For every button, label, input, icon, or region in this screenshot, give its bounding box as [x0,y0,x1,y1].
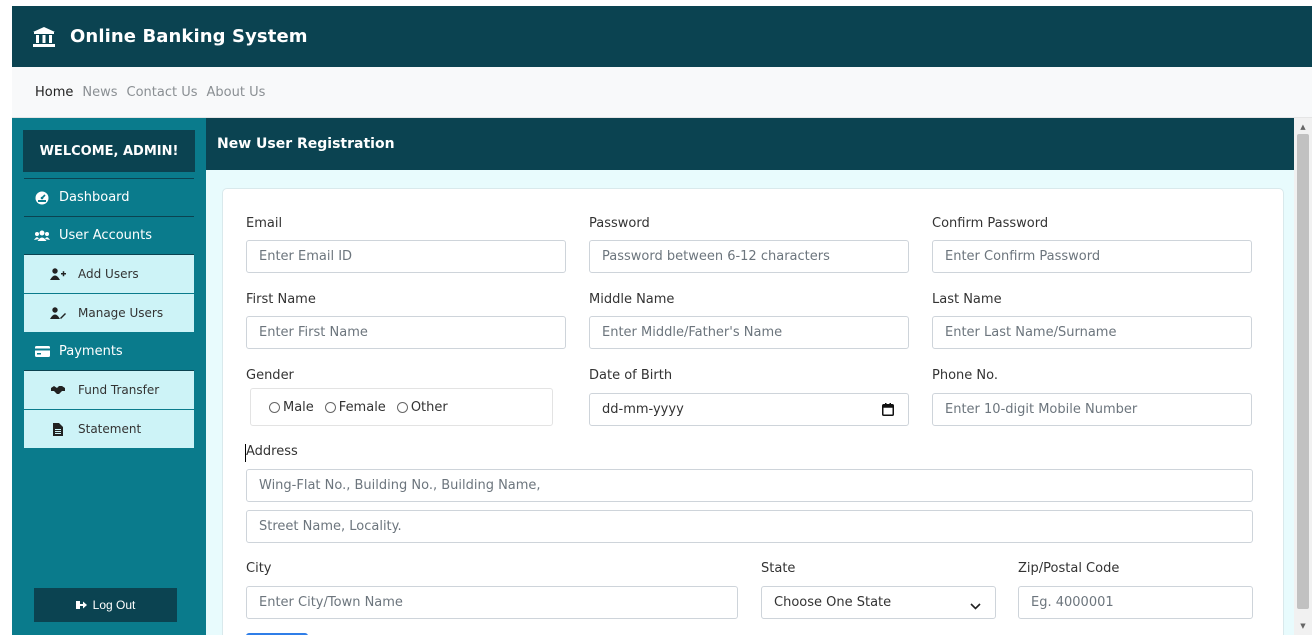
sidebar-item-statement[interactable]: Statement [24,410,194,449]
logout-label: Log Out [92,598,136,612]
sidebar-item-label: Statement [78,422,142,436]
email-field[interactable]: Enter Email ID [246,240,566,273]
address-line1-field[interactable]: Wing-Flat No., Building No., Building Na… [246,469,1253,502]
radio-circle [324,401,336,413]
phone-label: Phone No. [932,368,998,383]
sidebar-item-user-accounts[interactable]: User Accounts [24,217,194,255]
city-label: City [246,561,272,576]
credit-card-icon [34,344,50,360]
state-selected-value: Choose One State [774,595,892,610]
text-cursor [245,444,246,462]
scroll-thumb[interactable] [1297,134,1309,609]
radio-circle [396,401,408,413]
nav-home[interactable]: Home [35,85,73,100]
sidebar-item-payments[interactable]: Payments [24,333,194,371]
sidebar-item-fund-transfer[interactable]: Fund Transfer [24,371,194,410]
gender-female-radio[interactable]: Female [324,400,386,415]
sidebar-item-label: Fund Transfer [78,383,160,397]
password-label: Password [589,216,650,231]
registration-form: Email Enter Email ID Password Password b… [222,188,1284,635]
nav-news[interactable]: News [82,85,117,100]
welcome-banner: WELCOME, ADMIN! [23,130,195,172]
last-name-label: Last Name [932,292,1002,307]
password-field[interactable]: Password between 6-12 characters [589,240,909,273]
sidebar-item-label: Add Users [78,267,139,281]
sidebar-item-dashboard[interactable]: Dashboard [24,179,194,217]
first-name-label: First Name [246,292,316,307]
top-header: Online Banking System [0,0,1312,67]
dob-field[interactable]: dd-mm-yyyy [589,393,909,426]
page-title: New User Registration [206,118,1294,170]
sidebar: WELCOME, ADMIN! Dashboard User Accounts … [12,118,206,635]
dob-label: Date of Birth [589,368,673,383]
first-name-field[interactable]: Enter First Name [246,316,566,349]
phone-field[interactable]: Enter 10-digit Mobile Number [932,393,1252,426]
scroll-up-icon[interactable]: ▲ [1294,120,1312,134]
state-select[interactable]: Choose One State [761,586,996,619]
app-title[interactable]: Online Banking System [70,26,308,47]
file-icon [50,421,66,437]
last-name-field[interactable]: Enter Last Name/Surname [932,316,1252,349]
gender-radio-group: Male Female Other [250,388,553,426]
address-label: Address [246,444,298,459]
scrollbar[interactable]: ▲ ▼ [1294,118,1312,635]
confirm-password-field[interactable]: Enter Confirm Password [932,240,1252,273]
middle-name-label: Middle Name [589,292,675,307]
zip-field[interactable]: Eg. 4000001 [1018,586,1253,619]
main-content: New User Registration Email Enter Email … [206,118,1294,635]
gender-other-radio[interactable]: Other [396,400,448,415]
nav-contact-us[interactable]: Contact Us [127,85,198,100]
middle-name-field[interactable]: Enter Middle/Father's Name [589,316,909,349]
handshake-icon [50,382,66,398]
user-edit-icon [50,305,66,321]
email-label: Email [246,216,283,231]
gender-male-radio[interactable]: Male [269,400,314,415]
sidebar-item-label: User Accounts [59,228,153,243]
gender-label: Gender [246,368,294,383]
page: Online Banking System Home News Contact … [0,0,1312,635]
confirm-password-label: Confirm Password [932,216,1049,231]
city-field[interactable]: Enter City/Town Name [246,586,738,619]
sidebar-item-label: Manage Users [78,306,164,320]
dob-value: dd-mm-yyyy [602,402,684,417]
address-line2-field[interactable]: Street Name, Locality. [246,510,1253,543]
sidebar-item-label: Dashboard [59,190,130,205]
state-label: State [761,561,796,576]
users-icon [34,228,50,244]
nav-about-us[interactable]: About Us [207,85,266,100]
sidebar-item-label: Payments [59,344,123,359]
radio-circle [269,401,280,413]
chevron-down-icon [970,599,981,614]
top-nav: Home News Contact Us About Us [12,67,1312,118]
sidebar-item-add-users[interactable]: Add Users [24,255,194,294]
bank-icon [32,25,56,49]
zip-label: Zip/Postal Code [1018,561,1120,576]
calendar-icon[interactable] [882,403,894,420]
logout-button[interactable]: Log Out [34,588,177,622]
dashboard-icon [34,190,50,206]
user-plus-icon [50,266,66,282]
scroll-down-icon[interactable]: ▼ [1294,619,1312,633]
sidebar-item-manage-users[interactable]: Manage Users [24,294,194,333]
sign-out-icon [75,600,87,610]
